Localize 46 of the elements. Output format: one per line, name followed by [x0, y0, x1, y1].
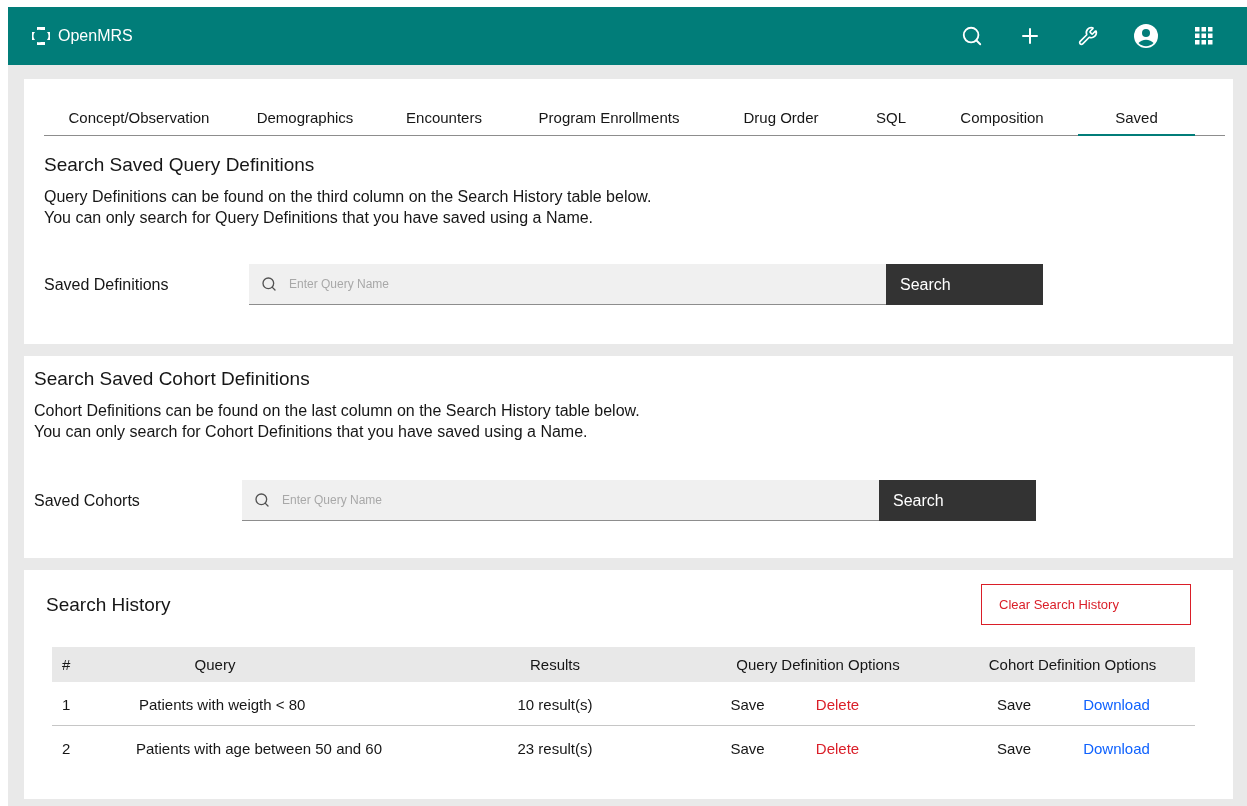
tab[interactable]: Drug Order: [706, 105, 856, 136]
logo-icon: [30, 25, 52, 47]
tab[interactable]: Saved: [1078, 105, 1195, 136]
tab[interactable]: SQL: [856, 105, 926, 136]
tab[interactable]: Encounters: [376, 105, 512, 136]
user-icon[interactable]: [1131, 21, 1161, 51]
table-cell-text: Patients with weigth < 80: [138, 695, 307, 713]
section-title: Search Saved Query Definitions: [44, 154, 316, 176]
field-label: Saved Definitions: [44, 275, 170, 294]
table-cell-text: 2: [61, 739, 72, 757]
section-title: Search History: [46, 593, 171, 616]
brand-name: OpenMRS: [58, 27, 133, 45]
clear-history-button[interactable]: Clear Search History: [981, 584, 1191, 625]
search-icon: [254, 492, 270, 508]
description-text: You can only search for Cohort Definitions that you have saved using a Name.: [34, 422, 589, 442]
table-cell-text: 10 result(s): [516, 695, 594, 713]
action-link[interactable]: Save: [996, 695, 1032, 713]
column-header: Results: [529, 656, 581, 673]
tab[interactable]: Concept/Observation: [44, 105, 234, 136]
description-text: Cohort Definitions can be found on the last column on the Search History table below.: [34, 401, 641, 421]
action-link[interactable]: Download: [1083, 739, 1150, 757]
action-link[interactable]: Save: [730, 739, 765, 757]
description-text: You can only search for Query Definitions that you have saved using a Name.: [44, 208, 595, 228]
field-label: Saved Cohorts: [34, 491, 141, 510]
section-title: Search Saved Cohort Definitions: [34, 368, 311, 390]
action-link[interactable]: Download: [1083, 695, 1150, 713]
tab[interactable]: Program Enrollments: [512, 105, 706, 136]
column-header: Cohort Definition Options: [987, 656, 1158, 673]
table-cell-text: 23 result(s): [516, 739, 594, 757]
action-link[interactable]: Save: [996, 739, 1032, 757]
search-icon: [261, 276, 277, 292]
tab[interactable]: Composition: [926, 105, 1078, 136]
action-link[interactable]: Delete: [815, 695, 860, 713]
column-header: #: [61, 656, 72, 673]
table-cell-text: Patients with age between 50 and 60: [135, 739, 383, 757]
search-field[interactable]: Enter Query Name: [249, 264, 886, 305]
tab[interactable]: Demographics: [234, 105, 376, 136]
search-field[interactable]: Enter Query Name: [242, 480, 879, 521]
column-header: Query: [193, 656, 237, 673]
search-button[interactable]: Search: [886, 264, 1043, 305]
action-link[interactable]: Save: [730, 695, 765, 713]
search-button[interactable]: Search: [879, 480, 1036, 521]
column-header: Query Definition Options: [735, 656, 901, 673]
description-text: Query Definitions can be found on the third column on the Search History table below.: [44, 187, 653, 207]
action-link[interactable]: Delete: [815, 739, 860, 757]
table-cell-text: 1: [61, 695, 72, 713]
